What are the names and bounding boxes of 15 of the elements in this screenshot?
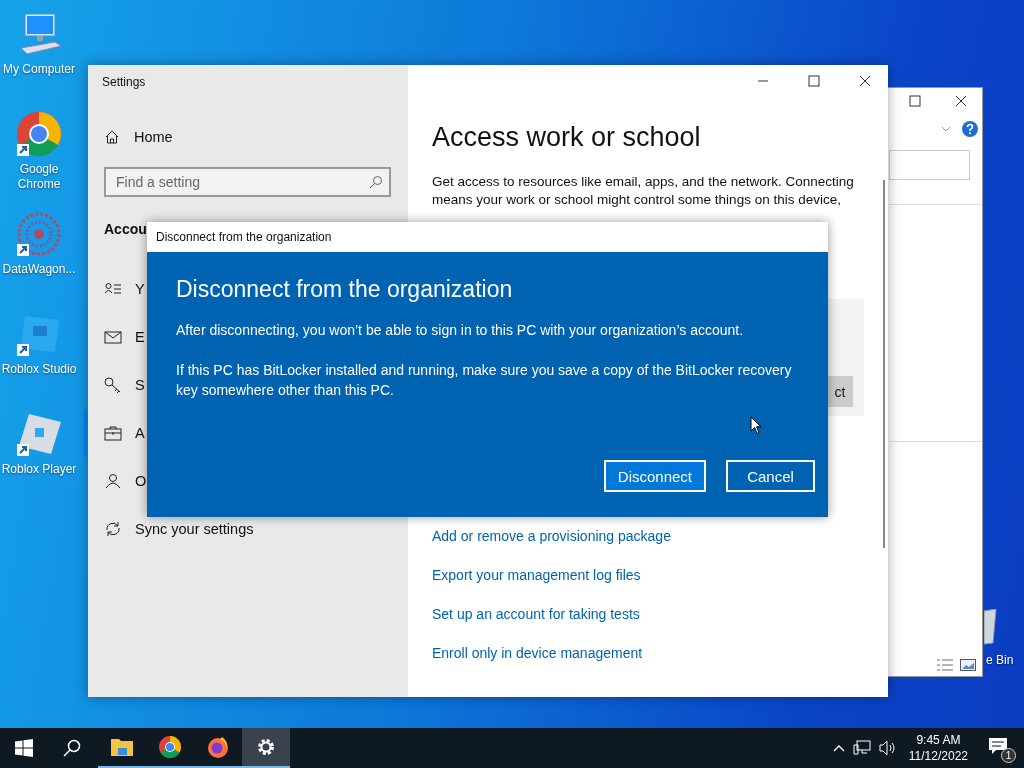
dialog-title: Disconnect from the organization [147,222,828,252]
icon-label: e Bin [986,653,1014,667]
icon-label: DataWagon... [1,262,77,277]
icon-label: Roblox Player [0,462,78,477]
dialog-message: After disconnecting, you won’t be able to sign in to this PC with your organization’s account. [176,321,745,340]
section-heading: Accou [104,221,147,237]
notification-badge: 1 [1001,748,1016,763]
window-title: Settings [102,75,147,89]
description-text: Get access to resources like email, apps, and the network. Connecting means your work or school might control some things on this device, [432,173,855,209]
dialog-heading: Disconnect from the organization [176,275,514,304]
page-heading: Access work or school [432,121,702,154]
icon-label: Roblox Studio [0,362,78,377]
icon-label: My Computer [2,62,76,77]
icon-label: Google Chrome [16,162,62,192]
dialog-message: If this PC has BitLocker installed and running, make sure you save a copy of the BitLocker recovery key somewhere other than this PC. [176,361,793,400]
